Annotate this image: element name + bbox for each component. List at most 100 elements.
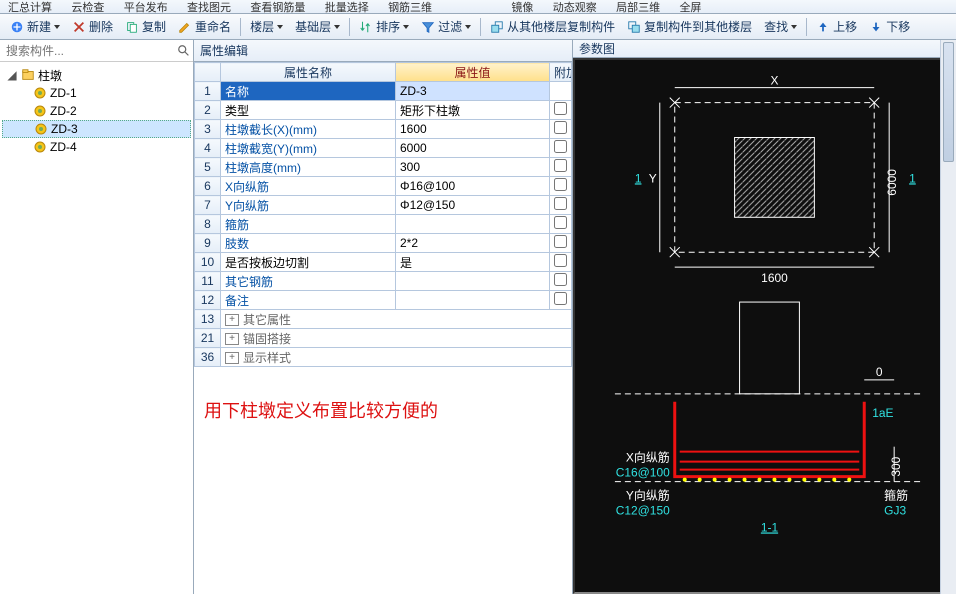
property-row[interactable]: 2类型矩形下柱墩 [195, 101, 572, 120]
tree-item-zd-3[interactable]: ZD-3 [2, 120, 191, 138]
property-row[interactable]: 9肢数2*2 [195, 234, 572, 253]
property-value[interactable]: Φ12@150 [396, 196, 550, 215]
arrow-down-icon [869, 20, 883, 34]
search-icon[interactable] [177, 44, 191, 58]
property-value[interactable]: 300 [396, 158, 550, 177]
copy-button[interactable]: 复制 [119, 16, 172, 38]
property-value[interactable] [396, 291, 550, 310]
attach-checkbox[interactable] [550, 272, 572, 291]
delete-button[interactable]: 删除 [66, 16, 119, 38]
tree-item-label: ZD-4 [50, 140, 77, 154]
property-row[interactable]: 3柱墩截长(X)(mm)1600 [195, 120, 572, 139]
property-value[interactable]: 1600 [396, 120, 550, 139]
row-number: 6 [195, 177, 221, 196]
vertical-scrollbar[interactable] [940, 40, 956, 594]
tree-item-zd-1[interactable]: ZD-1 [2, 84, 191, 102]
attach-checkbox[interactable] [550, 158, 572, 177]
property-name: 备注 [221, 291, 396, 310]
rename-button[interactable]: 重命名 [172, 16, 237, 38]
property-value[interactable] [396, 215, 550, 234]
property-row[interactable]: 10是否按板边切割是 [195, 253, 572, 272]
property-row[interactable]: 11其它钢筋 [195, 272, 572, 291]
property-value[interactable]: 2*2 [396, 234, 550, 253]
property-row[interactable]: 1名称ZD-3 [195, 82, 572, 101]
property-group-row[interactable]: 36+显示样式 [195, 348, 572, 367]
sort-button[interactable]: 排序 [353, 16, 415, 38]
copy-from-floor-button[interactable]: 从其他楼层复制构件 [484, 16, 621, 38]
component-icon [35, 123, 47, 135]
filter-button[interactable]: 过滤 [415, 16, 477, 38]
property-tab[interactable]: 属性编辑 [194, 40, 572, 62]
diagram-panel: 参数图 X Y [572, 40, 956, 594]
row-number: 9 [195, 234, 221, 253]
attach-checkbox[interactable] [550, 253, 572, 272]
property-name: Y向纵筋 [221, 196, 396, 215]
row-number: 36 [195, 348, 221, 367]
property-row[interactable]: 6X向纵筋Φ16@100 [195, 177, 572, 196]
row-number: 8 [195, 215, 221, 234]
move-up-button[interactable]: 上移 [810, 16, 863, 38]
tree-item-zd-4[interactable]: ZD-4 [2, 138, 191, 156]
floor-button[interactable]: 楼层 [244, 16, 289, 38]
copy-to-floor-button[interactable]: 复制构件到其他楼层 [621, 16, 758, 38]
property-name: 柱墩截宽(Y)(mm) [221, 139, 396, 158]
search-input[interactable] [2, 44, 177, 58]
collapse-icon[interactable]: ◢ [6, 68, 18, 82]
property-group-row[interactable]: 21+锚固搭接 [195, 329, 572, 348]
attach-header[interactable]: 附加 [550, 63, 572, 82]
component-tree-panel: ◢ 柱墩 ZD-1ZD-2ZD-3 ZD-4 [0, 40, 194, 594]
search-row [0, 40, 193, 62]
property-value[interactable]: 6000 [396, 139, 550, 158]
label-x-spec: C16@100 [616, 466, 670, 480]
attach-checkbox[interactable] [550, 82, 572, 101]
property-group-name[interactable]: +其它属性 [221, 310, 572, 329]
dim-x-label: X [770, 74, 778, 88]
ribbon-fragment: 汇总计算 云检查 平台发布 查找图元 查看钢筋量 批量选择 钢筋三维 镜像 动态… [0, 0, 956, 14]
attach-checkbox[interactable] [550, 215, 572, 234]
delete-icon [72, 20, 86, 34]
attach-checkbox[interactable] [550, 101, 572, 120]
expand-icon[interactable]: + [225, 314, 239, 326]
property-name: 箍筋 [221, 215, 396, 234]
attach-checkbox[interactable] [550, 291, 572, 310]
property-row[interactable]: 12备注 [195, 291, 572, 310]
property-group-name[interactable]: +锚固搭接 [221, 329, 572, 348]
expand-icon[interactable]: + [225, 333, 239, 345]
attach-checkbox[interactable] [550, 177, 572, 196]
base-floor-button[interactable]: 基础层 [289, 16, 346, 38]
property-group-name[interactable]: +显示样式 [221, 348, 572, 367]
move-down-button[interactable]: 下移 [863, 16, 916, 38]
row-number: 7 [195, 196, 221, 215]
scrollbar-thumb[interactable] [943, 42, 954, 162]
property-group-row[interactable]: 13+其它属性 [195, 310, 572, 329]
attach-checkbox[interactable] [550, 234, 572, 253]
property-value[interactable]: 矩形下柱墩 [396, 101, 550, 120]
component-icon [34, 87, 46, 99]
copy-icon [125, 20, 139, 34]
attach-checkbox[interactable] [550, 196, 572, 215]
value-header[interactable]: 属性值 [396, 63, 550, 82]
property-value[interactable]: Φ16@100 [396, 177, 550, 196]
copy-from-icon [490, 20, 504, 34]
rownum-header [195, 63, 221, 82]
row-number: 21 [195, 329, 221, 348]
new-button[interactable]: 新建 [4, 16, 66, 38]
row-number: 5 [195, 158, 221, 177]
tree-root[interactable]: ◢ 柱墩 [2, 66, 191, 84]
find-button[interactable]: 查找 [758, 16, 803, 38]
property-value[interactable] [396, 272, 550, 291]
attach-checkbox[interactable] [550, 120, 572, 139]
property-row[interactable]: 4柱墩截宽(Y)(mm)6000 [195, 139, 572, 158]
dim-length: 1600 [761, 271, 788, 285]
name-header[interactable]: 属性名称 [221, 63, 396, 82]
property-row[interactable]: 8箍筋 [195, 215, 572, 234]
property-value[interactable]: ZD-3 [396, 82, 550, 101]
expand-icon[interactable]: + [225, 352, 239, 364]
cad-viewport[interactable]: X Y 1600 6000 1 1 [573, 58, 956, 594]
attach-checkbox[interactable] [550, 139, 572, 158]
tree-item-zd-2[interactable]: ZD-2 [2, 102, 191, 120]
property-value[interactable]: 是 [396, 253, 550, 272]
property-row[interactable]: 7Y向纵筋Φ12@150 [195, 196, 572, 215]
row-number: 3 [195, 120, 221, 139]
property-row[interactable]: 5柱墩高度(mm)300 [195, 158, 572, 177]
